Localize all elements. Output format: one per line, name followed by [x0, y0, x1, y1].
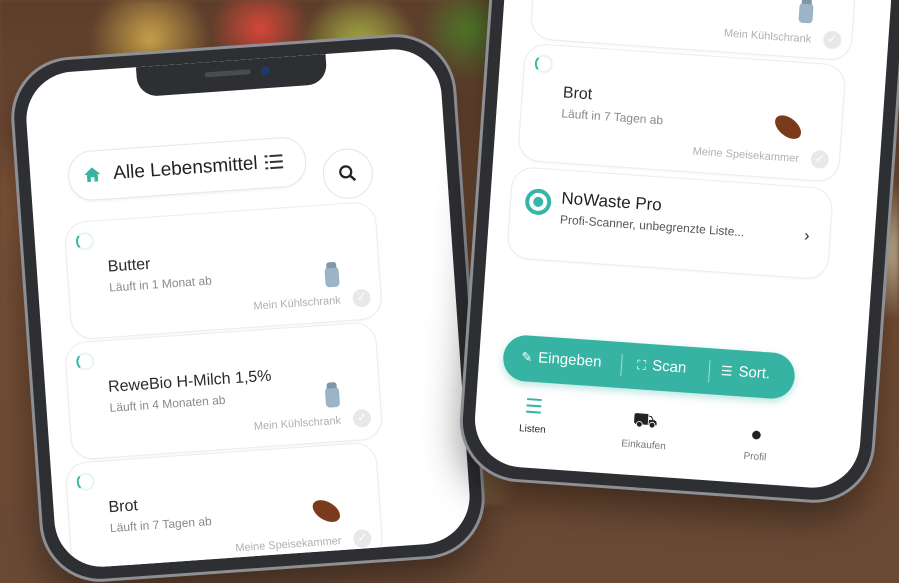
bread-icon: [308, 495, 344, 527]
item-expiry: Läuft in 7 Tagen ab: [560, 106, 664, 128]
search-button[interactable]: [321, 147, 375, 201]
search-icon: [339, 165, 357, 182]
phone-left-screen: Alle Lebensmittel Butter Läuft in 1 Mona…: [23, 46, 473, 570]
phone-left: Alle Lebensmittel Butter Läuft in 1 Mona…: [10, 33, 486, 583]
phone-right-screen: Mein Kühlschrank Brot Läuft in 7 Tagen a…: [471, 0, 895, 491]
scan-button[interactable]: ⛶ Scan: [637, 356, 687, 376]
list-selector[interactable]: Alle Lebensmittel: [66, 135, 308, 203]
person-icon: ●: [749, 423, 764, 447]
list-item[interactable]: ReweBio H-Milch 1,5% Läuft in 4 Monaten …: [63, 321, 384, 461]
item-location: Mein Kühlschrank: [253, 294, 342, 313]
page-title: Alle Lebensmittel: [112, 153, 259, 185]
list-item[interactable]: Brot Läuft in 7 Tagen ab Meine Speisekam…: [517, 42, 847, 183]
check-icon[interactable]: [352, 528, 372, 549]
expiry-ring-icon: [75, 231, 95, 251]
list-view-icon[interactable]: [264, 153, 284, 170]
pro-upgrade-card[interactable]: NoWaste Pro Profi-Scanner, unbegrenzte L…: [506, 166, 834, 281]
item-location: Mein Kühlschrank: [723, 27, 812, 46]
item-name: Brot: [107, 497, 139, 517]
check-icon[interactable]: [351, 288, 372, 308]
list-icon: ☰: [524, 395, 544, 419]
speaker: [204, 69, 251, 78]
basket-icon: ⛟: [631, 409, 659, 433]
item-expiry: Läuft in 7 Tagen ab: [109, 514, 213, 536]
item-name: Butter: [107, 255, 151, 276]
camera: [260, 65, 270, 76]
enter-button[interactable]: ✎ Eingeben: [521, 348, 602, 371]
phone-right: Mein Kühlschrank Brot Läuft in 7 Tagen a…: [458, 0, 899, 504]
divider: [708, 360, 711, 383]
promo-title: NoWaste Pro: [560, 188, 663, 215]
check-icon[interactable]: [810, 149, 830, 170]
tab-shopping[interactable]: ⛟ Einkaufen: [613, 408, 676, 453]
bread-icon: [770, 110, 806, 144]
chevron-right-icon: ›: [803, 227, 811, 245]
item-location: Mein Kühlschrank: [253, 414, 342, 433]
item-expiry: Läuft in 4 Monaten ab: [109, 392, 226, 415]
fridge-icon: [324, 386, 341, 408]
notch: [135, 53, 328, 98]
home-icon: [84, 167, 101, 183]
tab-profile[interactable]: ● Profil: [725, 422, 788, 465]
item-location: Meine Speisekammer: [692, 145, 800, 165]
sort-button[interactable]: ☰ Sort.: [720, 362, 770, 382]
action-bar: ✎ Eingeben ⛶ Scan ☰ Sort.: [501, 333, 797, 401]
sort-icon: ☰: [720, 363, 734, 379]
pro-badge-icon: [524, 188, 553, 216]
item-location: Meine Speisekammer: [234, 535, 342, 555]
expiry-ring-icon: [534, 54, 554, 74]
pencil-icon: ✎: [520, 349, 533, 365]
list-item[interactable]: Brot Läuft in 7 Tagen ab Meine Speisekam…: [64, 441, 384, 570]
fridge-icon: [798, 2, 814, 24]
item-name: ReweBio H-Milch 1,5%: [107, 367, 273, 396]
promo-subtitle: Profi-Scanner, unbegrenzte Liste...: [559, 212, 745, 240]
item-expiry: Läuft in 1 Monat ab: [108, 273, 213, 295]
list-item[interactable]: Butter Läuft in 1 Monat ab Mein Kühlschr…: [63, 200, 384, 341]
check-icon[interactable]: [822, 30, 842, 50]
tab-lists[interactable]: ☰ Listen: [502, 392, 565, 437]
fridge-icon: [324, 266, 340, 288]
divider: [620, 354, 623, 377]
check-icon[interactable]: [352, 408, 372, 428]
expiry-ring-icon: [75, 351, 95, 372]
scan-icon: ⛶: [636, 357, 647, 373]
item-name: Brot: [562, 84, 593, 104]
expiry-ring-icon: [76, 472, 96, 492]
